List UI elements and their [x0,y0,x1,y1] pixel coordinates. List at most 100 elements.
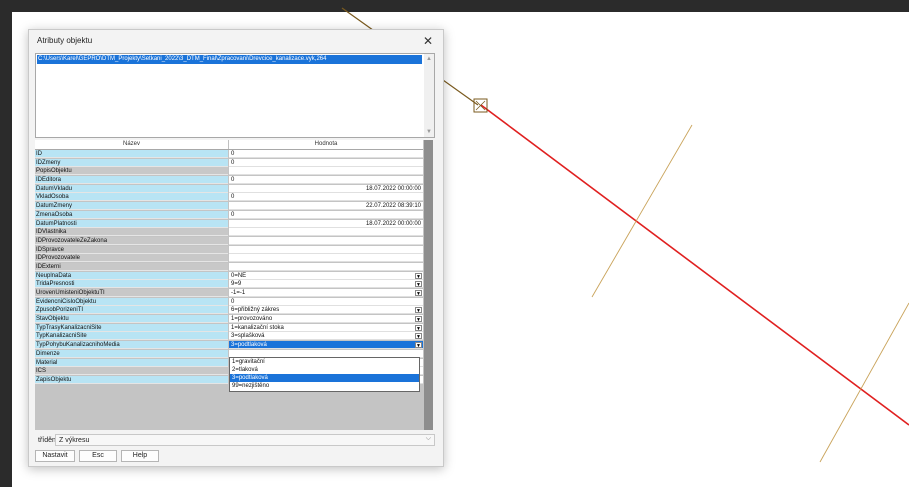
grid-row: IDZmeny 0 [35,158,423,168]
sort-select[interactable]: Z výkresu ⌵ [55,434,435,446]
dropdown-option[interactable]: 99=nezjištěno [230,382,419,390]
row-value[interactable]: 0 [229,176,423,185]
row-value[interactable] [229,167,423,176]
row-value[interactable] [229,228,423,237]
row-value-dropdown-active[interactable]: 3=podtlaková ▼ [229,341,423,350]
dropdown-options-list[interactable]: 1=gravitační 2=tlaková 3=podtlaková 99=n… [229,357,420,392]
dropdown-option-selected[interactable]: 3=podtlaková [230,374,419,382]
row-name: IDProvozovateleZeZakona [35,236,228,245]
row-name: ZmenaOsoba [35,210,228,219]
row-name: IDExterni [35,262,228,271]
row-value[interactable] [229,262,423,271]
row-value-dropdown[interactable]: 0=NE ▼ [229,271,423,280]
row-name: IDEditora [35,176,228,185]
row-value[interactable]: 0 [229,297,423,306]
row-value[interactable]: 0 [229,210,423,219]
grid-row: TypTrasyKanalizacniSite 1=kanalizační sto… [35,323,423,333]
title-bar[interactable]: Atributy objektu ✕ [29,30,443,52]
row-name: IDSpravce [35,245,228,254]
grid-row: IDProvozovateleZeZakona [35,236,423,246]
row-value-dropdown[interactable]: 1=provozováno ▼ [229,315,423,324]
grid-row: UrovenUmisteniObjektuTI -1=-1 ▼ [35,289,423,298]
dropdown-value: 3=splašková [231,333,265,340]
scroll-down-icon[interactable]: ▼ [426,129,432,135]
grid-row: ZmenaOsoba 0 [35,210,423,220]
grid-row: NeuplnaData 0=NE ▼ [35,271,423,281]
row-name: ID [35,150,228,158]
dropdown-arrow-icon[interactable]: ▼ [415,316,422,323]
row-value-dropdown[interactable]: -1=-1 ▼ [229,289,423,297]
dropdown-arrow-icon[interactable]: ▼ [415,342,422,349]
row-name: IDZmeny [35,158,228,167]
dropdown-arrow-icon[interactable]: ▼ [415,281,422,288]
row-name: ICS [35,367,228,376]
dropdown-value: 1=provozováno [231,316,273,323]
dropdown-option[interactable]: 2=tlaková [230,366,419,374]
grid-header: Název Hodnota [35,140,423,150]
row-name: Dimenze [35,349,228,358]
chevron-down-icon[interactable]: ⌵ [426,435,431,443]
grid-row: IDVlastnika [35,228,423,237]
esc-button[interactable]: Esc [79,450,117,462]
column-header-value[interactable]: Hodnota [229,140,423,149]
help-button[interactable]: Help [121,450,159,462]
row-name: NeuplnaData [35,271,228,280]
row-value[interactable]: 18.07.2022 00:00:00 [229,219,423,228]
dropdown-option[interactable]: 1=gravitační [230,358,419,366]
grid-row: StavObjektu 1=provozováno ▼ [35,315,423,324]
object-path-list[interactable]: C:\Users\Karel\GEPRO\DTM_Projekty\Setkan… [35,53,435,138]
row-name: IDVlastnika [35,228,228,237]
row-name: ZpusobPorizeniTI [35,306,228,315]
scroll-up-icon[interactable]: ▲ [426,56,432,62]
row-value-dropdown[interactable]: 9=9 ▼ [229,280,423,289]
dropdown-value: 1=kanalizační stoka [231,324,284,331]
row-name: PopisObjektu [35,167,228,176]
dialog-title: Atributy objektu [37,36,93,45]
row-name: UrovenUmisteniObjektuTI [35,289,228,297]
row-value[interactable]: 0 [229,193,423,202]
row-name: VkladOsoba [35,193,228,202]
dropdown-arrow-icon[interactable]: ▼ [415,272,422,279]
sort-value: Z výkresu [59,437,90,444]
row-name: IDProvozovatele [35,254,228,263]
grid-row: DatumZmeny 22.07.2022 08:39:10 [35,202,423,211]
row-value-dropdown[interactable]: 3=splašková ▼ [229,332,423,341]
row-value[interactable] [229,236,423,245]
row-value[interactable]: 0 [229,150,423,158]
row-name: DatumZmeny [35,202,228,211]
row-value[interactable] [229,245,423,254]
grid-row: EvidencniCisloObjektu 0 [35,297,423,307]
cad-tan-line-2 [819,302,909,463]
row-name: DatumVkladu [35,184,228,193]
row-value[interactable] [229,254,423,263]
dropdown-arrow-icon[interactable]: ▼ [415,307,422,314]
grid-scrollbar[interactable] [424,140,433,430]
set-button[interactable]: Nastavit [35,450,75,462]
dropdown-value: -1=-1 [231,290,246,296]
column-header-name[interactable]: Název [35,140,229,149]
dropdown-arrow-icon[interactable]: ▼ [415,290,422,296]
dropdown-arrow-icon[interactable]: ▼ [415,324,422,331]
row-name: Material [35,358,228,367]
row-value[interactable]: 0 [229,158,423,167]
dropdown-arrow-icon[interactable]: ▼ [415,333,422,340]
close-button[interactable]: ✕ [413,30,443,52]
grid-row: TypKanalizacniSite 3=splašková ▼ [35,332,423,341]
dropdown-value: 9=9 [231,281,242,288]
row-name: StavObjektu [35,315,228,324]
row-name: DatumPlatnosti [35,219,228,228]
grid-row: TridaPresnosti 9=9 ▼ [35,280,423,289]
row-value-dropdown[interactable]: 1=kanalizační stoka ▼ [229,323,423,332]
row-value[interactable]: 18.07.2022 00:00:00 [229,184,423,193]
object-path-item[interactable]: C:\Users\Karel\GEPRO\DTM_Projekty\Setkan… [37,55,422,64]
row-value[interactable]: 22.07.2022 08:39:10 [229,202,423,211]
grid-row: DatumPlatnosti 18.07.2022 00:00:00 [35,219,423,229]
cad-red-pipe-line[interactable] [480,104,909,426]
grid-row: TypPohybuKanalizacnihoMedia 3=podtlaková ▼ [35,341,423,350]
row-value-dropdown[interactable]: 6=přibližný zákres ▼ [229,306,423,315]
row-name: TridaPresnosti [35,280,228,289]
grid-row: ID 0 [35,150,423,159]
row-name: ZapisObjektu [35,375,228,384]
attributes-dialog: Atributy objektu ✕ C:\Users\Karel\GEPRO\… [28,29,444,467]
path-list-scrollbar[interactable]: ▲ ▼ [424,54,434,137]
